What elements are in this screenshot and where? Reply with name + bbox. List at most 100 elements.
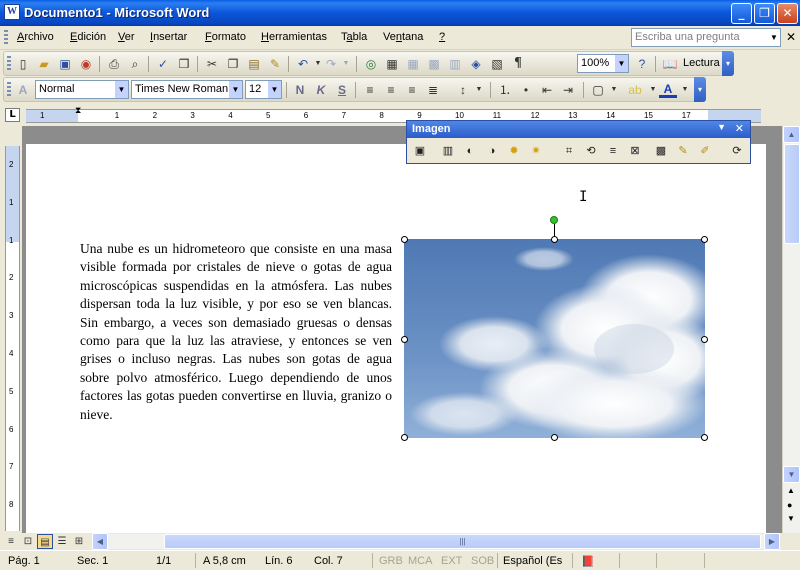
highlight-icon[interactable]: ab: [626, 81, 644, 99]
scroll-left-icon[interactable]: ◀: [92, 533, 108, 550]
insert-picture-icon[interactable]: ▣: [411, 142, 429, 160]
menu-item[interactable]: Ventana: [383, 31, 423, 43]
resize-handle-sw[interactable]: [401, 434, 408, 441]
outline-view-icon[interactable]: ☰: [54, 534, 70, 549]
format-picture-icon[interactable]: ✎: [674, 142, 692, 160]
align-center-icon[interactable]: ≡: [382, 81, 400, 99]
menu-item[interactable]: Formato: [205, 31, 246, 43]
decrease-indent-icon[interactable]: ⇤: [538, 81, 556, 99]
reading-layout-icon[interactable]: 📖: [661, 55, 679, 73]
text-wrapping-icon[interactable]: ▩: [652, 142, 670, 160]
help-icon[interactable]: ?: [633, 55, 651, 73]
status-language[interactable]: Español (Es: [503, 555, 562, 567]
menu-item[interactable]: Archivo: [17, 31, 54, 43]
align-left-icon[interactable]: ≡: [361, 81, 379, 99]
format-painter-icon[interactable]: ✎: [266, 55, 284, 73]
horizontal-scrollbar[interactable]: ◀ ||| ▶: [92, 533, 780, 550]
menu-item[interactable]: Ver: [118, 31, 135, 43]
toolbar-options-chevron-icon[interactable]: ▾: [722, 51, 734, 76]
scroll-down-icon[interactable]: ▼: [783, 466, 800, 483]
borders-dropdown-icon[interactable]: ▼: [605, 81, 623, 99]
reading-view-icon[interactable]: ⊞: [71, 534, 87, 549]
resize-handle-w[interactable]: [401, 336, 408, 343]
menu-item[interactable]: Herramientas: [261, 31, 327, 43]
maximize-button[interactable]: ❐: [754, 3, 775, 24]
resize-handle-se[interactable]: [701, 434, 708, 441]
lectura-button[interactable]: Lectura: [683, 57, 720, 69]
scroll-up-icon[interactable]: ▲: [783, 126, 800, 143]
document-map-icon[interactable]: ▧: [488, 55, 506, 73]
resize-handle-nw[interactable]: [401, 236, 408, 243]
copy-icon[interactable]: ❐: [224, 55, 242, 73]
chevron-down-icon[interactable]: ▼: [615, 55, 628, 72]
cut-icon[interactable]: ✂: [203, 55, 221, 73]
menu-item[interactable]: Edición: [70, 31, 106, 43]
normal-view-icon[interactable]: ≡: [3, 534, 19, 549]
ask-question-input[interactable]: Escriba una pregunta: [631, 28, 781, 47]
redo-dropdown-icon[interactable]: ▼: [337, 55, 355, 73]
line-spacing-dropdown-icon[interactable]: ▼: [470, 81, 488, 99]
previous-page-icon[interactable]: ▲: [787, 486, 795, 495]
status-extend[interactable]: EXT: [441, 555, 462, 567]
styles-pane-icon[interactable]: A: [14, 81, 32, 99]
font-size-select[interactable]: 12 ▼: [245, 80, 282, 99]
more-brightness-icon[interactable]: ✹: [505, 142, 523, 160]
color-icon[interactable]: ▥: [439, 142, 457, 160]
status-overtype[interactable]: SOB: [471, 555, 494, 567]
minimize-button[interactable]: _: [731, 3, 752, 24]
increase-indent-icon[interactable]: ⇥: [559, 81, 577, 99]
menu-grip[interactable]: [4, 30, 8, 46]
resize-handle-e[interactable]: [701, 336, 708, 343]
insert-table-icon[interactable]: ▦: [404, 55, 422, 73]
resize-handle-ne[interactable]: [701, 236, 708, 243]
chevron-down-icon[interactable]: ▼: [268, 81, 281, 98]
numbering-icon[interactable]: ⒈: [496, 81, 514, 99]
align-right-icon[interactable]: ≡: [403, 81, 421, 99]
toolbar-grip[interactable]: [7, 56, 11, 72]
compress-icon[interactable]: ⊠: [626, 142, 644, 160]
resize-handle-n[interactable]: [551, 236, 558, 243]
picture-toolbar[interactable]: Imagen ▼ ✕ ▣ ▥ ◐ ◑ ✹ ✷ ⌗ ⟲ ≡ ⊠ ▩ ✎ ✐ ⟳: [406, 120, 751, 164]
open-icon[interactable]: ▰: [35, 55, 53, 73]
spelling-status-icon[interactable]: 📕: [581, 555, 595, 568]
more-contrast-icon[interactable]: ◐: [461, 142, 479, 160]
less-contrast-icon[interactable]: ◑: [483, 142, 501, 160]
insert-excel-icon[interactable]: ▩: [425, 55, 443, 73]
chevron-down-icon[interactable]: ▼: [229, 81, 242, 98]
print-preview-icon[interactable]: ⌕: [126, 55, 144, 73]
less-brightness-icon[interactable]: ✷: [527, 142, 545, 160]
scroll-thumb[interactable]: [784, 144, 800, 244]
font-color-icon[interactable]: A: [659, 81, 677, 98]
web-view-icon[interactable]: ⊡: [20, 534, 36, 549]
paste-icon[interactable]: ▤: [245, 55, 263, 73]
menu-item[interactable]: ?: [439, 31, 445, 43]
permission-icon[interactable]: ◉: [77, 55, 95, 73]
horizontal-scroll-thumb[interactable]: |||: [164, 534, 761, 549]
status-record[interactable]: GRB: [379, 555, 403, 567]
tab-selector[interactable]: L: [5, 108, 20, 122]
line-style-icon[interactable]: ≡: [604, 142, 622, 160]
research-icon[interactable]: ❒: [175, 55, 193, 73]
save-icon[interactable]: ▣: [56, 55, 74, 73]
indent-marker-icon[interactable]: ⧗: [75, 105, 81, 116]
close-button[interactable]: ✕: [777, 3, 798, 24]
browse-object-icon[interactable]: ●: [787, 500, 792, 510]
cloud-picture[interactable]: [404, 239, 705, 438]
status-track-changes[interactable]: MCA: [408, 555, 432, 567]
close-toolbar-icon[interactable]: ✕: [735, 122, 744, 135]
hyperlink-icon[interactable]: ◎: [362, 55, 380, 73]
rotate-left-icon[interactable]: ⟲: [582, 142, 600, 160]
new-document-icon[interactable]: ▯: [14, 55, 32, 73]
next-page-icon[interactable]: ▼: [787, 514, 795, 523]
font-color-dropdown-icon[interactable]: ▼: [676, 81, 694, 99]
set-transparent-color-icon[interactable]: ✐: [696, 142, 714, 160]
toolbar-options-icon[interactable]: ▼: [717, 122, 726, 132]
print-layout-view-icon[interactable]: ▤: [37, 534, 53, 549]
drawing-icon[interactable]: ◈: [467, 55, 485, 73]
underline-button[interactable]: S: [333, 81, 351, 99]
scroll-right-icon[interactable]: ▶: [764, 533, 780, 550]
print-icon[interactable]: ⎙: [105, 55, 123, 73]
toolbar-options-chevron-icon[interactable]: ▾: [694, 77, 706, 102]
vertical-scrollbar[interactable]: ▲ ▼ ▲ ● ▼: [782, 126, 800, 533]
bullets-icon[interactable]: •: [517, 81, 535, 99]
